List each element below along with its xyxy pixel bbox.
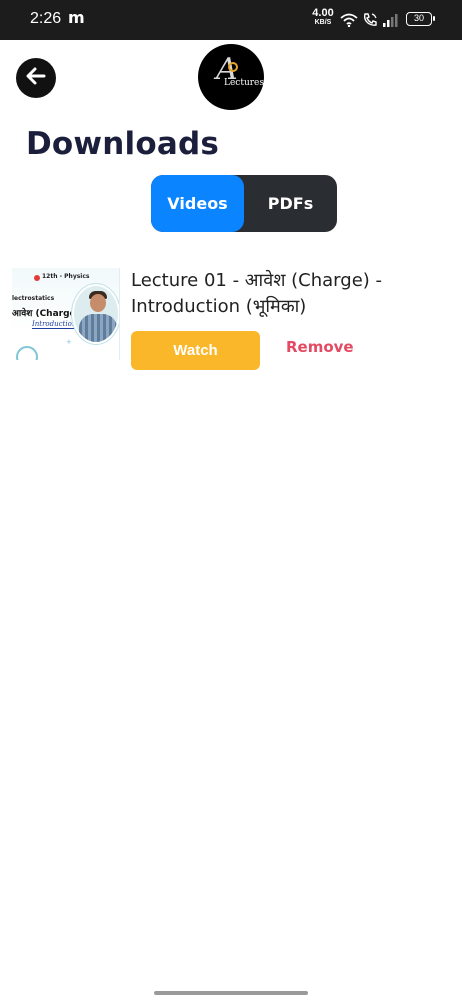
portrait-shirt	[79, 314, 117, 342]
thumbnail-subtitle: Introduction	[32, 320, 77, 329]
battery-icon: 30	[406, 12, 435, 26]
network-speed-value: 4.00	[312, 7, 334, 19]
wifi-icon	[340, 12, 358, 31]
tab-pdfs[interactable]: PDFs	[244, 175, 337, 232]
thumbnail-subject: lectrostatics	[12, 295, 55, 302]
decorative-plus-icon: +	[66, 338, 72, 346]
record-dot-icon	[34, 275, 40, 281]
app-logo: A Lectures	[198, 44, 264, 110]
status-bar: 2:26 m 4.00 KB/S 30	[0, 0, 462, 40]
logo-swirl-icon	[228, 62, 238, 72]
logo-text: Lectures	[224, 78, 265, 88]
video-thumbnail[interactable]: 12th - Physics lectrostatics आवेश (Charg…	[12, 268, 120, 360]
thumbnail-class-label: 12th - Physics	[42, 273, 90, 280]
page-title: Downloads	[26, 126, 220, 162]
network-speed: 4.00 KB/S	[310, 7, 336, 27]
remove-button[interactable]: Remove	[286, 338, 354, 356]
arrow-left-icon	[25, 66, 47, 90]
call-icon	[362, 12, 378, 32]
lecture-title: Lecture 01 - आवेश (Charge) - Introductio…	[131, 270, 383, 317]
watch-button[interactable]: Watch	[131, 331, 260, 370]
signal-icon	[382, 12, 400, 31]
notification-app-icon: m	[68, 8, 85, 27]
portrait-head	[90, 294, 106, 312]
home-indicator[interactable]	[154, 991, 308, 995]
network-speed-unit: KB/S	[314, 19, 332, 26]
tab-videos[interactable]: Videos	[151, 175, 244, 232]
content-type-tabs: Videos PDFs	[151, 175, 337, 232]
status-time: 2:26	[30, 10, 62, 27]
back-button[interactable]	[16, 58, 56, 98]
teacher-portrait	[72, 284, 119, 344]
thumbnail-topic: आवेश (Charge)	[12, 309, 80, 319]
